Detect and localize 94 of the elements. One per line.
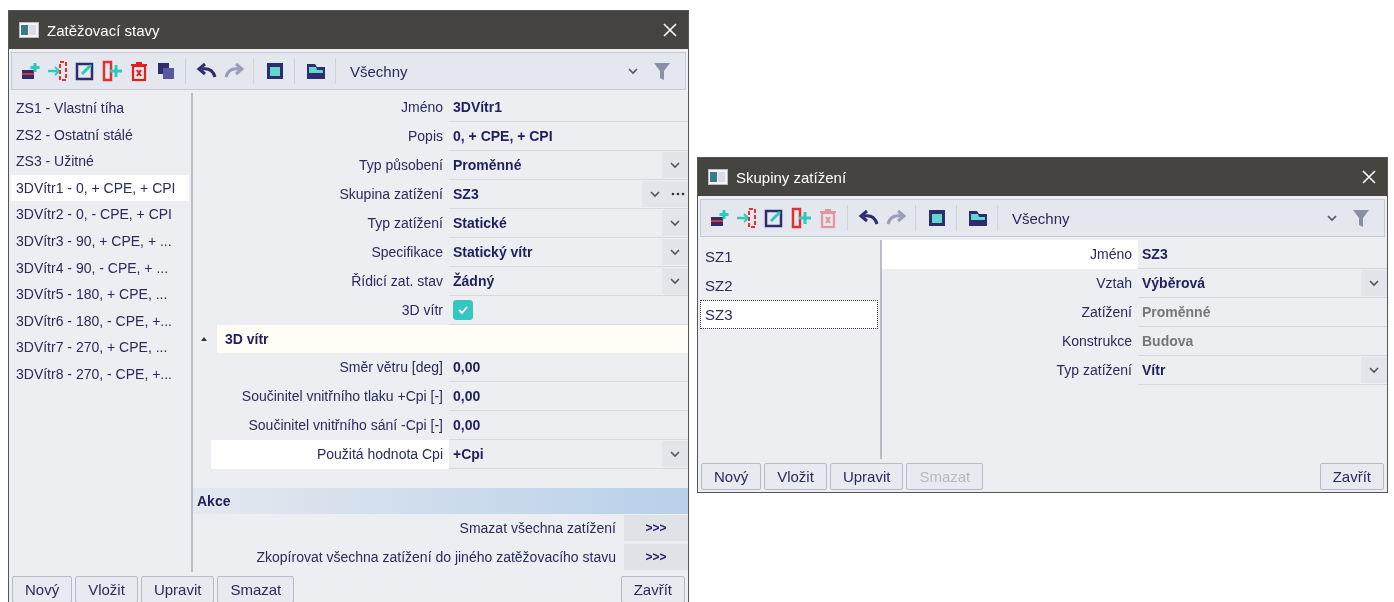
property-label: Skupina zatížení [338, 185, 444, 204]
value-field[interactable]: Budova [1142, 333, 1387, 349]
list-item[interactable]: SZ3 [700, 300, 878, 329]
insert-row-icon[interactable] [736, 207, 758, 229]
action-label: Zkopírovat všechna zatížení do jiného zatěžovacího stavu [256, 549, 616, 565]
list-item[interactable]: 3DVítr1 - 0, + CPE, + CPI [11, 174, 189, 202]
chevron-down-icon[interactable] [1361, 270, 1387, 296]
trash-icon[interactable] [128, 60, 150, 82]
window-icon [708, 169, 728, 185]
window-icon [19, 22, 39, 38]
dropdown-value[interactable]: Proměnné [453, 157, 662, 173]
value-field[interactable]: 3DVítr1 [453, 99, 688, 115]
close-icon[interactable] [662, 22, 678, 38]
list-item[interactable]: ZS2 - Ostatní stálé [11, 121, 189, 149]
value-field[interactable]: Proměnné [1142, 304, 1387, 320]
box-icon[interactable] [926, 207, 948, 229]
more-icon[interactable] [668, 181, 688, 207]
property-label: Součinitel vnitřního tlaku +Cpi [-] [240, 387, 444, 406]
list-item[interactable]: 3DVítr6 - 180, - CPE, +... [11, 307, 189, 335]
property-label: Typ zatížení [1055, 361, 1133, 380]
filter-dropdown[interactable]: Všechny [342, 62, 653, 80]
chevron-down-icon[interactable] [1326, 213, 1338, 223]
dropdown-value[interactable]: SZ3 [453, 186, 642, 202]
property-label: Směr větru [deg] [338, 358, 444, 377]
close-icon[interactable] [1361, 169, 1377, 185]
action-button[interactable]: >>> [624, 515, 688, 541]
value-field[interactable]: SZ3 [1142, 246, 1387, 262]
add-row-icon[interactable] [709, 207, 731, 229]
value-field[interactable]: 0,00 [453, 417, 688, 433]
checkbox[interactable] [453, 300, 473, 320]
footer-button[interactable]: Smazat [217, 576, 295, 602]
add-row-icon[interactable] [20, 60, 42, 82]
insert-row-icon[interactable] [47, 60, 69, 82]
dropdown-value[interactable]: Žádný [453, 273, 662, 289]
footer-button[interactable]: Nový [701, 463, 762, 490]
chevron-down-icon[interactable] [627, 66, 639, 76]
filter-icon[interactable] [653, 61, 671, 81]
add-column-icon[interactable] [101, 60, 123, 82]
dropdown-value[interactable]: Výběrová [1142, 275, 1361, 291]
property-label: Popis [406, 127, 444, 146]
footer-button[interactable]: Upravit [140, 576, 215, 602]
close-button[interactable]: Zavřít [1319, 463, 1384, 490]
property-label: Typ zatížení [366, 214, 444, 233]
property-label: Konstrukce [1060, 332, 1133, 351]
list-item[interactable]: ZS3 - Užitné [11, 148, 189, 175]
dropdown-value[interactable]: Statické [453, 215, 662, 231]
property-label: Řídicí zat. stav [350, 272, 444, 291]
dropdown-value[interactable]: Statický vítr [453, 244, 662, 260]
list-item[interactable]: 3DVítr7 - 270, + CPE, ... [11, 334, 189, 361]
chevron-down-icon[interactable] [662, 441, 688, 467]
checkmark-icon [457, 305, 469, 315]
box-icon[interactable] [264, 60, 286, 82]
copy-icon[interactable] [155, 60, 177, 82]
action-label: Smazat všechna zatížení [459, 520, 616, 536]
property-label: Typ působení [357, 156, 444, 175]
window-title: Skupiny zatížení [736, 168, 847, 186]
chevron-down-icon[interactable] [662, 268, 688, 294]
list-item[interactable]: SZ2 [700, 271, 878, 300]
property-label: Použitá hodnota Cpi [211, 440, 449, 469]
actions-header: Akce [193, 488, 688, 514]
property-label: Vztah [1095, 274, 1133, 293]
property-label: Specifikace [370, 243, 444, 262]
property-label: Jméno [399, 98, 444, 117]
dropdown-value[interactable]: +Cpi [453, 446, 662, 462]
property-label: Součinitel vnitřního sání -Cpi [-] [247, 416, 444, 435]
footer-button[interactable]: Vložit [75, 576, 138, 602]
list-item[interactable]: SZ1 [700, 242, 878, 271]
chevron-down-icon[interactable] [1361, 357, 1387, 383]
list-item[interactable]: 3DVítr8 - 270, - CPE, +... [11, 360, 189, 388]
edit-icon[interactable] [763, 207, 785, 229]
close-button[interactable]: Zavřít [620, 576, 685, 602]
footer-button[interactable]: Nový [12, 576, 73, 602]
filter-dropdown[interactable]: Všechny [1004, 209, 1352, 227]
property-label: Jméno [882, 240, 1138, 269]
property-label: Zatížení [1080, 303, 1133, 322]
list-item[interactable]: 3DVítr4 - 90, - CPE, + ... [11, 254, 189, 282]
filter-icon[interactable] [1352, 208, 1370, 228]
value-field[interactable]: 0,00 [453, 388, 688, 404]
value-field[interactable]: 0, + CPE, + CPI [453, 128, 688, 144]
value-field[interactable]: 0,00 [453, 359, 688, 375]
dropdown-value[interactable]: Vítr [1142, 362, 1361, 378]
footer-button[interactable]: Upravit [829, 463, 904, 490]
list-item[interactable]: 3DVítr3 - 90, + CPE, + ... [11, 227, 189, 255]
chevron-down-icon[interactable] [662, 239, 688, 265]
edit-icon[interactable] [74, 60, 96, 82]
window-title: Zatěžovací stavy [47, 21, 160, 39]
action-button[interactable]: >>> [624, 544, 688, 570]
property-label: 3D vítr [400, 301, 444, 320]
list-item[interactable]: 3DVítr2 - 0, - CPE, + CPI [11, 201, 189, 228]
list-item[interactable]: 3DVítr5 - 180, + CPE, ... [11, 281, 189, 308]
footer-button[interactable]: Vložit [764, 463, 827, 490]
add-column-icon[interactable] [790, 207, 812, 229]
list-item[interactable]: ZS1 - Vlastní tíha [11, 95, 189, 122]
section-header[interactable]: 3D vítr [217, 325, 688, 353]
